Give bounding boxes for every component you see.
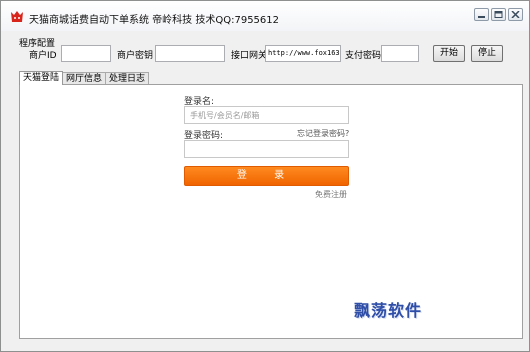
register-link[interactable]: 免费注册: [315, 189, 347, 200]
login-button[interactable]: 登 录: [184, 166, 349, 186]
minimize-button[interactable]: [474, 8, 489, 21]
window-title: 天猫商城话费自动下单系统 帝岭科技 技术QQ:7955612: [29, 15, 280, 26]
gateway-input[interactable]: http://www.fox163.: [265, 45, 341, 62]
app-logo-icon: [9, 10, 25, 24]
pay-password-label: 支付密码: [345, 51, 382, 61]
title-bar[interactable]: 天猫商城话费自动下单系统 帝岭科技 技术QQ:7955612: [1, 1, 529, 31]
start-button[interactable]: 开始: [433, 45, 465, 62]
gateway-label: 接口网关: [231, 51, 268, 61]
app-window: 天猫商城话费自动下单系统 帝岭科技 技术QQ:7955612 程序配置 商户ID…: [0, 0, 530, 352]
close-button[interactable]: [508, 8, 523, 21]
stop-button[interactable]: 停止: [471, 45, 503, 62]
username-input[interactable]: 手机号/会员名/邮箱: [184, 106, 349, 124]
merchant-key-input[interactable]: [155, 45, 225, 62]
watermark-text: 飘荡软件: [354, 301, 423, 320]
login-panel: 登录名: 手机号/会员名/邮箱 登录密码: 忘记登录密码? 登 录 免费注册 飘…: [19, 84, 523, 339]
maximize-button[interactable]: [491, 8, 506, 21]
merchant-key-label: 商户密钥: [117, 51, 154, 61]
password-input[interactable]: [184, 140, 349, 158]
tab-tmall-login[interactable]: 天猫登陆: [19, 71, 64, 85]
merchant-id-input[interactable]: [61, 45, 111, 62]
pay-password-input[interactable]: [381, 45, 419, 62]
client-area: 程序配置 商户ID 商户密钥 接口网关 http://www.fox163. 支…: [7, 31, 523, 345]
minimize-icon: [478, 16, 485, 18]
close-icon: [511, 11, 520, 18]
tab-strip: 天猫登陆 网厅信息 处理日志: [19, 71, 150, 85]
maximize-icon: [494, 11, 503, 18]
merchant-id-label: 商户ID: [29, 51, 57, 61]
forgot-password-link[interactable]: 忘记登录密码?: [297, 128, 349, 139]
